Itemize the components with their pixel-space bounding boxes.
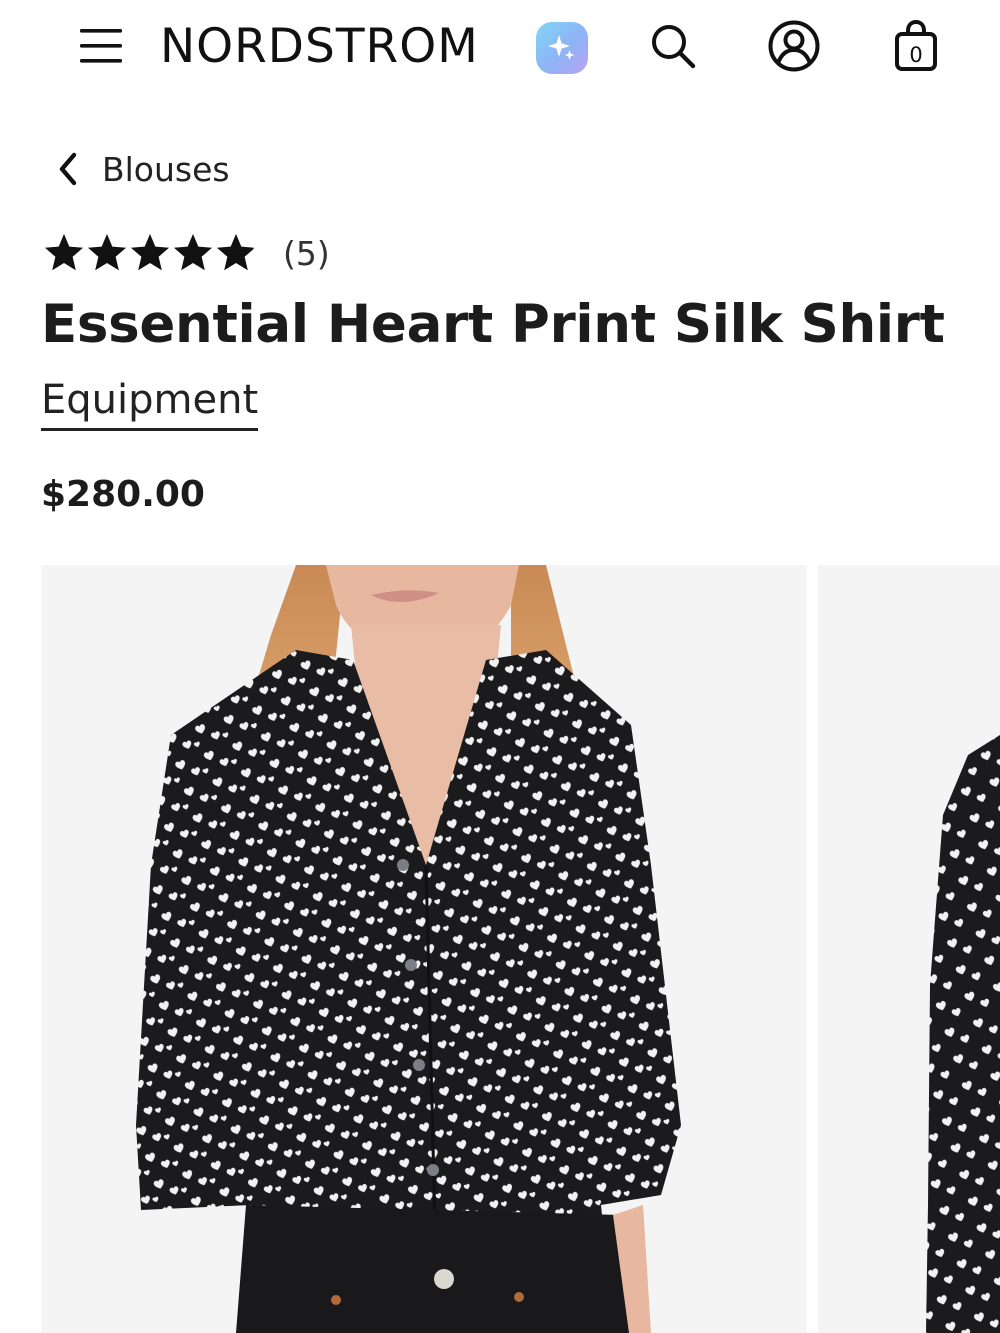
site-header: NORDSTROM 0 — [0, 0, 1000, 96]
search-icon — [652, 25, 696, 69]
product-price: $280.00 — [41, 474, 205, 515]
review-count: (5) — [283, 233, 330, 273]
star-icon — [88, 234, 126, 271]
bag-count: 0 — [909, 43, 922, 67]
account-icon — [768, 20, 820, 72]
ai-assistant-button[interactable] — [536, 22, 588, 74]
star-icon — [45, 234, 83, 271]
star-icon — [131, 234, 169, 271]
breadcrumb-label: Blouses — [102, 149, 230, 189]
sparkle-icon — [548, 35, 575, 60]
star-icon — [174, 234, 212, 271]
star-icon — [217, 234, 255, 271]
shopping-bag-icon: 0 — [895, 19, 937, 71]
brand-link[interactable]: Equipment — [41, 374, 259, 431]
product-title: Essential Heart Print Silk Shirt — [41, 294, 945, 355]
shopping-bag-button[interactable]: 0 — [888, 18, 944, 74]
hamburger-menu-icon[interactable] — [79, 25, 125, 67]
product-photo-front-image — [41, 565, 807, 1333]
product-photo-front[interactable] — [41, 565, 807, 1333]
product-photo-next[interactable] — [818, 565, 1000, 1333]
account-button[interactable] — [766, 18, 822, 74]
product-rating[interactable]: (5) — [42, 228, 330, 278]
search-button[interactable] — [645, 18, 701, 74]
rating-stars — [42, 231, 257, 275]
product-photo-next-image — [818, 565, 1000, 1333]
chevron-left-icon — [59, 152, 77, 186]
breadcrumb-back-link[interactable]: Blouses — [52, 142, 230, 196]
product-image-gallery[interactable] — [41, 565, 1000, 1333]
nordstrom-logo[interactable]: NORDSTROM — [160, 18, 479, 76]
